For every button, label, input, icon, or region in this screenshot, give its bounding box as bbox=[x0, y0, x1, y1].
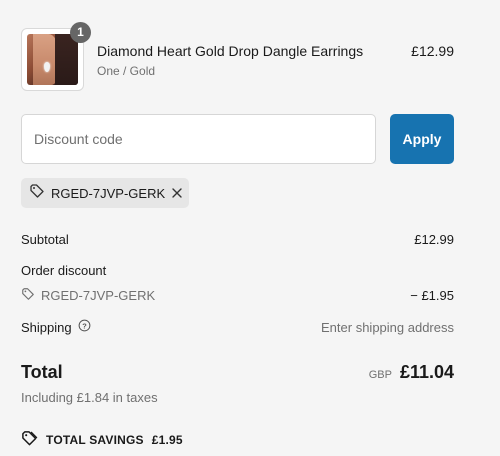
savings-value: £1.95 bbox=[151, 433, 183, 447]
tag-icon bbox=[21, 287, 35, 304]
order-discount-code: RGED-7JVP-GERK bbox=[21, 287, 155, 304]
total-label: Total bbox=[21, 362, 63, 382]
apply-discount-button[interactable]: Apply bbox=[390, 114, 454, 164]
svg-text:?: ? bbox=[82, 321, 87, 330]
product-price: £12.99 bbox=[411, 43, 454, 59]
subtotal-value: £12.99 bbox=[414, 232, 454, 247]
applied-discount-code: RGED-7JVP-GERK bbox=[51, 185, 166, 201]
savings-label: TOTAL SAVINGS bbox=[46, 433, 144, 447]
subtotal-label: Subtotal bbox=[21, 232, 69, 247]
shipping-label: Shipping bbox=[21, 319, 72, 335]
currency-code: GBP bbox=[368, 369, 392, 381]
savings-tag-icon bbox=[21, 430, 38, 450]
quantity-badge: 1 bbox=[70, 22, 91, 43]
product-name: Diamond Heart Gold Drop Dangle Earrings bbox=[97, 43, 364, 59]
close-icon bbox=[172, 188, 182, 198]
product-variant: One / Gold bbox=[97, 64, 156, 78]
discount-code-input[interactable] bbox=[21, 114, 376, 164]
tax-note: Including £1.84 in taxes bbox=[21, 390, 158, 405]
total-savings: TOTAL SAVINGS £1.95 bbox=[21, 430, 183, 450]
shipping-value: Enter shipping address bbox=[321, 320, 454, 335]
total-amount-group: GBP £11.04 bbox=[369, 362, 454, 383]
product-image bbox=[27, 34, 78, 85]
info-icon[interactable]: ? bbox=[78, 319, 91, 335]
remove-discount-button[interactable] bbox=[171, 187, 183, 199]
total-amount: £11.04 bbox=[399, 362, 454, 382]
applied-discount-tag: RGED-7JVP-GERK bbox=[21, 178, 189, 208]
order-discount-code-text: RGED-7JVP-GERK bbox=[41, 288, 156, 303]
tag-icon bbox=[29, 183, 45, 204]
shipping-label-group: Shipping ? bbox=[21, 319, 91, 335]
order-discount-value: − £1.95 bbox=[410, 288, 454, 303]
order-summary: 1 Diamond Heart Gold Drop Dangle Earring… bbox=[0, 0, 500, 456]
order-discount-label: Order discount bbox=[21, 263, 107, 278]
